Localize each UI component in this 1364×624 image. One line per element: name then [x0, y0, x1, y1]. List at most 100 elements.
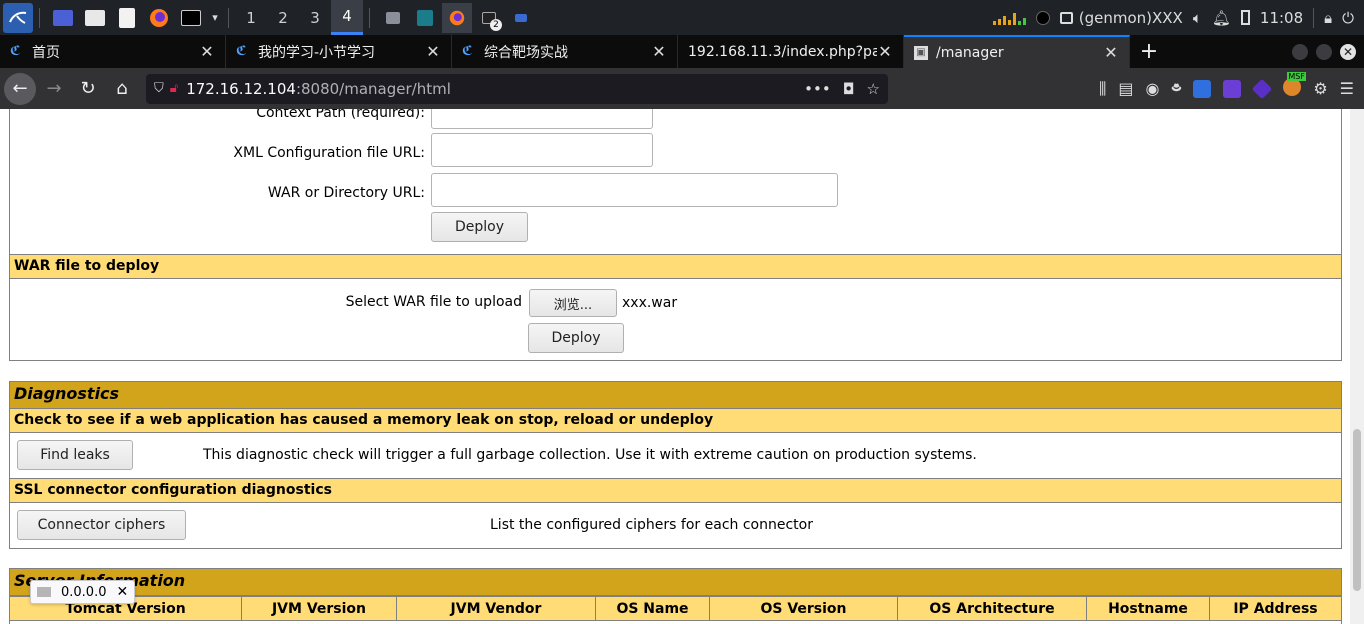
reload-icon[interactable]: ↻	[72, 73, 104, 105]
window-button-app[interactable]	[506, 3, 536, 33]
close-icon[interactable]: ✕	[877, 42, 893, 61]
insecure-lock-icon[interactable]: 🔓︎	[170, 81, 178, 96]
column-header: JVM Vendor	[396, 596, 596, 621]
browser-tab[interactable]: ℭ 我的学习-小节学习 ✕	[226, 35, 452, 68]
clock[interactable]: 11:08	[1260, 9, 1303, 27]
tomcat-favicon-icon: ▣	[914, 45, 928, 60]
tab-title: 综合靶场实战	[484, 44, 568, 61]
firefox-icon[interactable]	[144, 3, 174, 33]
terminal-icon[interactable]	[176, 3, 206, 33]
workspace-3[interactable]: 3	[299, 0, 331, 35]
war-upload-section: WAR file to deploy Select WAR file to up…	[9, 254, 1342, 361]
zotero-extension-icon[interactable]	[1193, 79, 1212, 98]
deploy-war-button[interactable]: Deploy	[528, 323, 624, 353]
browser-tab-strip: ℭ 首页 ✕ ℭ 我的学习-小节学习 ✕ ℭ 综合靶场实战 ✕ 192.168.…	[0, 35, 1364, 68]
kali-menu-icon[interactable]	[3, 2, 33, 33]
tomcat-manager-page: Context Path (required): XML Configurati…	[0, 109, 1350, 624]
url-host: 172.16.12.104	[186, 79, 296, 98]
column-header: OS Version	[709, 596, 898, 621]
menu-hamburger-icon[interactable]: ☰	[1340, 79, 1354, 98]
browser-tab[interactable]: ℭ 综合靶场实战 ✕	[452, 35, 678, 68]
url-path: :8080/manager/html	[295, 79, 451, 98]
lock-icon[interactable]: 🔒︎	[1324, 9, 1332, 27]
home-icon[interactable]: ⌂	[106, 73, 138, 105]
browse-file-button[interactable]: 浏览...	[529, 289, 617, 317]
wappalyzer-extension-icon[interactable]	[1252, 78, 1273, 99]
battery-icon[interactable]	[1240, 10, 1250, 25]
bookmark-star-icon[interactable]: ☆	[867, 80, 880, 98]
close-icon[interactable]: ✕	[651, 42, 667, 61]
window-button-firefox[interactable]	[442, 2, 472, 33]
find-leaks-button[interactable]: Find leaks	[17, 440, 133, 470]
war-upload-header: WAR file to deploy	[10, 255, 1341, 279]
minimize-button[interactable]	[1292, 43, 1308, 60]
tray-separator	[1313, 7, 1315, 28]
library-icon[interactable]: ⫼	[1099, 79, 1106, 99]
back-arrow-icon[interactable]: ←	[4, 72, 36, 105]
sidebar-icon[interactable]: ▤	[1118, 79, 1133, 98]
context-path-input[interactable]	[431, 109, 653, 129]
hackbar-extension-icon[interactable]	[1223, 79, 1242, 98]
browser-tab[interactable]: 192.168.11.3/index.php?page ✕	[678, 35, 904, 68]
hat-extension-icon[interactable]: 🎩︎	[1171, 78, 1181, 100]
selected-file-name: xxx.war	[622, 295, 678, 311]
notification-bell-icon[interactable]: 🔔︎	[1212, 9, 1231, 27]
close-icon[interactable]: ✕	[1103, 43, 1119, 62]
file-manager-icon[interactable]	[80, 3, 110, 33]
power-icon[interactable]: ⏻	[1342, 9, 1354, 27]
tab-title: 首页	[32, 44, 60, 61]
close-icon[interactable]: ✕	[425, 42, 441, 61]
genmon-square-icon	[1059, 11, 1073, 24]
forward-arrow-icon[interactable]: →	[38, 73, 70, 105]
ssl-diagnostics-header: SSL connector configuration diagnostics	[10, 479, 1341, 503]
chevron-down-icon[interactable]: ▾	[208, 3, 222, 33]
workspace-switcher-icon[interactable]	[48, 3, 78, 33]
msf-extension-icon[interactable]: MSF	[1283, 71, 1306, 100]
close-icon[interactable]: ✕	[116, 584, 128, 600]
volume-icon[interactable]: 🔈︎	[1193, 9, 1202, 27]
proxy-extension-icon[interactable]: ⚙	[1313, 79, 1327, 98]
column-header: OS Name	[595, 596, 710, 621]
text-editor-icon[interactable]	[112, 3, 142, 33]
select-war-label: Select WAR file to upload	[345, 294, 522, 310]
account-icon[interactable]: ◉	[1145, 79, 1159, 98]
server-info-table: Tomcat Version JVM Version JVM Vendor OS…	[9, 596, 1342, 621]
find-leaks-row: Find leaks This diagnostic check will tr…	[10, 433, 1341, 479]
scrollbar-thumb[interactable]	[1353, 429, 1361, 591]
site-favicon-icon: ℭ	[10, 43, 21, 59]
column-header: Hostname	[1086, 596, 1210, 621]
column-header: IP Address	[1209, 596, 1342, 621]
pocket-icon[interactable]: ◘	[843, 80, 855, 98]
window-close-button[interactable]: ✕	[1340, 43, 1356, 60]
xml-config-url-input[interactable]	[431, 133, 653, 167]
memory-leak-header: Check to see if a web application has ca…	[10, 409, 1341, 433]
deploy-directory-button[interactable]: Deploy	[431, 212, 528, 242]
column-header: OS Architecture	[897, 596, 1087, 621]
url-bar[interactable]: ⛉ 🔓︎ 172.16.12.104:8080/manager/html •••…	[146, 73, 888, 104]
maximize-button[interactable]	[1316, 43, 1332, 60]
new-tab-button[interactable]: +	[1130, 35, 1168, 68]
page-actions-icon[interactable]: •••	[804, 80, 831, 98]
shield-icon[interactable]: ⛉	[154, 81, 164, 96]
window-button-terminal[interactable]: 2	[474, 3, 504, 33]
window-button-files[interactable]	[378, 3, 408, 33]
connector-ciphers-button[interactable]: Connector ciphers	[17, 510, 186, 540]
close-icon[interactable]: ✕	[199, 42, 215, 61]
tab-title: 192.168.11.3/index.php?page	[688, 43, 877, 60]
server-info-title: Server Information	[10, 569, 1341, 596]
find-leaks-description: This diagnostic check will trigger a ful…	[203, 447, 977, 463]
cpu-graph	[992, 11, 1026, 25]
workspace-4[interactable]: 4	[331, 0, 363, 35]
browser-tab[interactable]: ℭ 首页 ✕	[0, 35, 226, 68]
taskbar-separator	[369, 7, 370, 28]
column-header: JVM Version	[241, 596, 397, 621]
tab-title: 我的学习-小节学习	[258, 44, 376, 61]
workspace-1[interactable]: 1	[235, 0, 267, 35]
window-button-burp[interactable]	[410, 3, 440, 33]
page-scrollbar[interactable]	[1350, 109, 1364, 624]
ciphers-description: List the configured ciphers for each con…	[490, 517, 813, 533]
browser-tab-active[interactable]: ▣ /manager ✕	[904, 35, 1130, 68]
extensions-toolbar: ⫼ ▤ ◉ 🎩︎ MSF ⚙ ☰	[1099, 71, 1364, 100]
war-dir-url-input[interactable]	[431, 173, 838, 207]
workspace-2[interactable]: 2	[267, 0, 299, 35]
